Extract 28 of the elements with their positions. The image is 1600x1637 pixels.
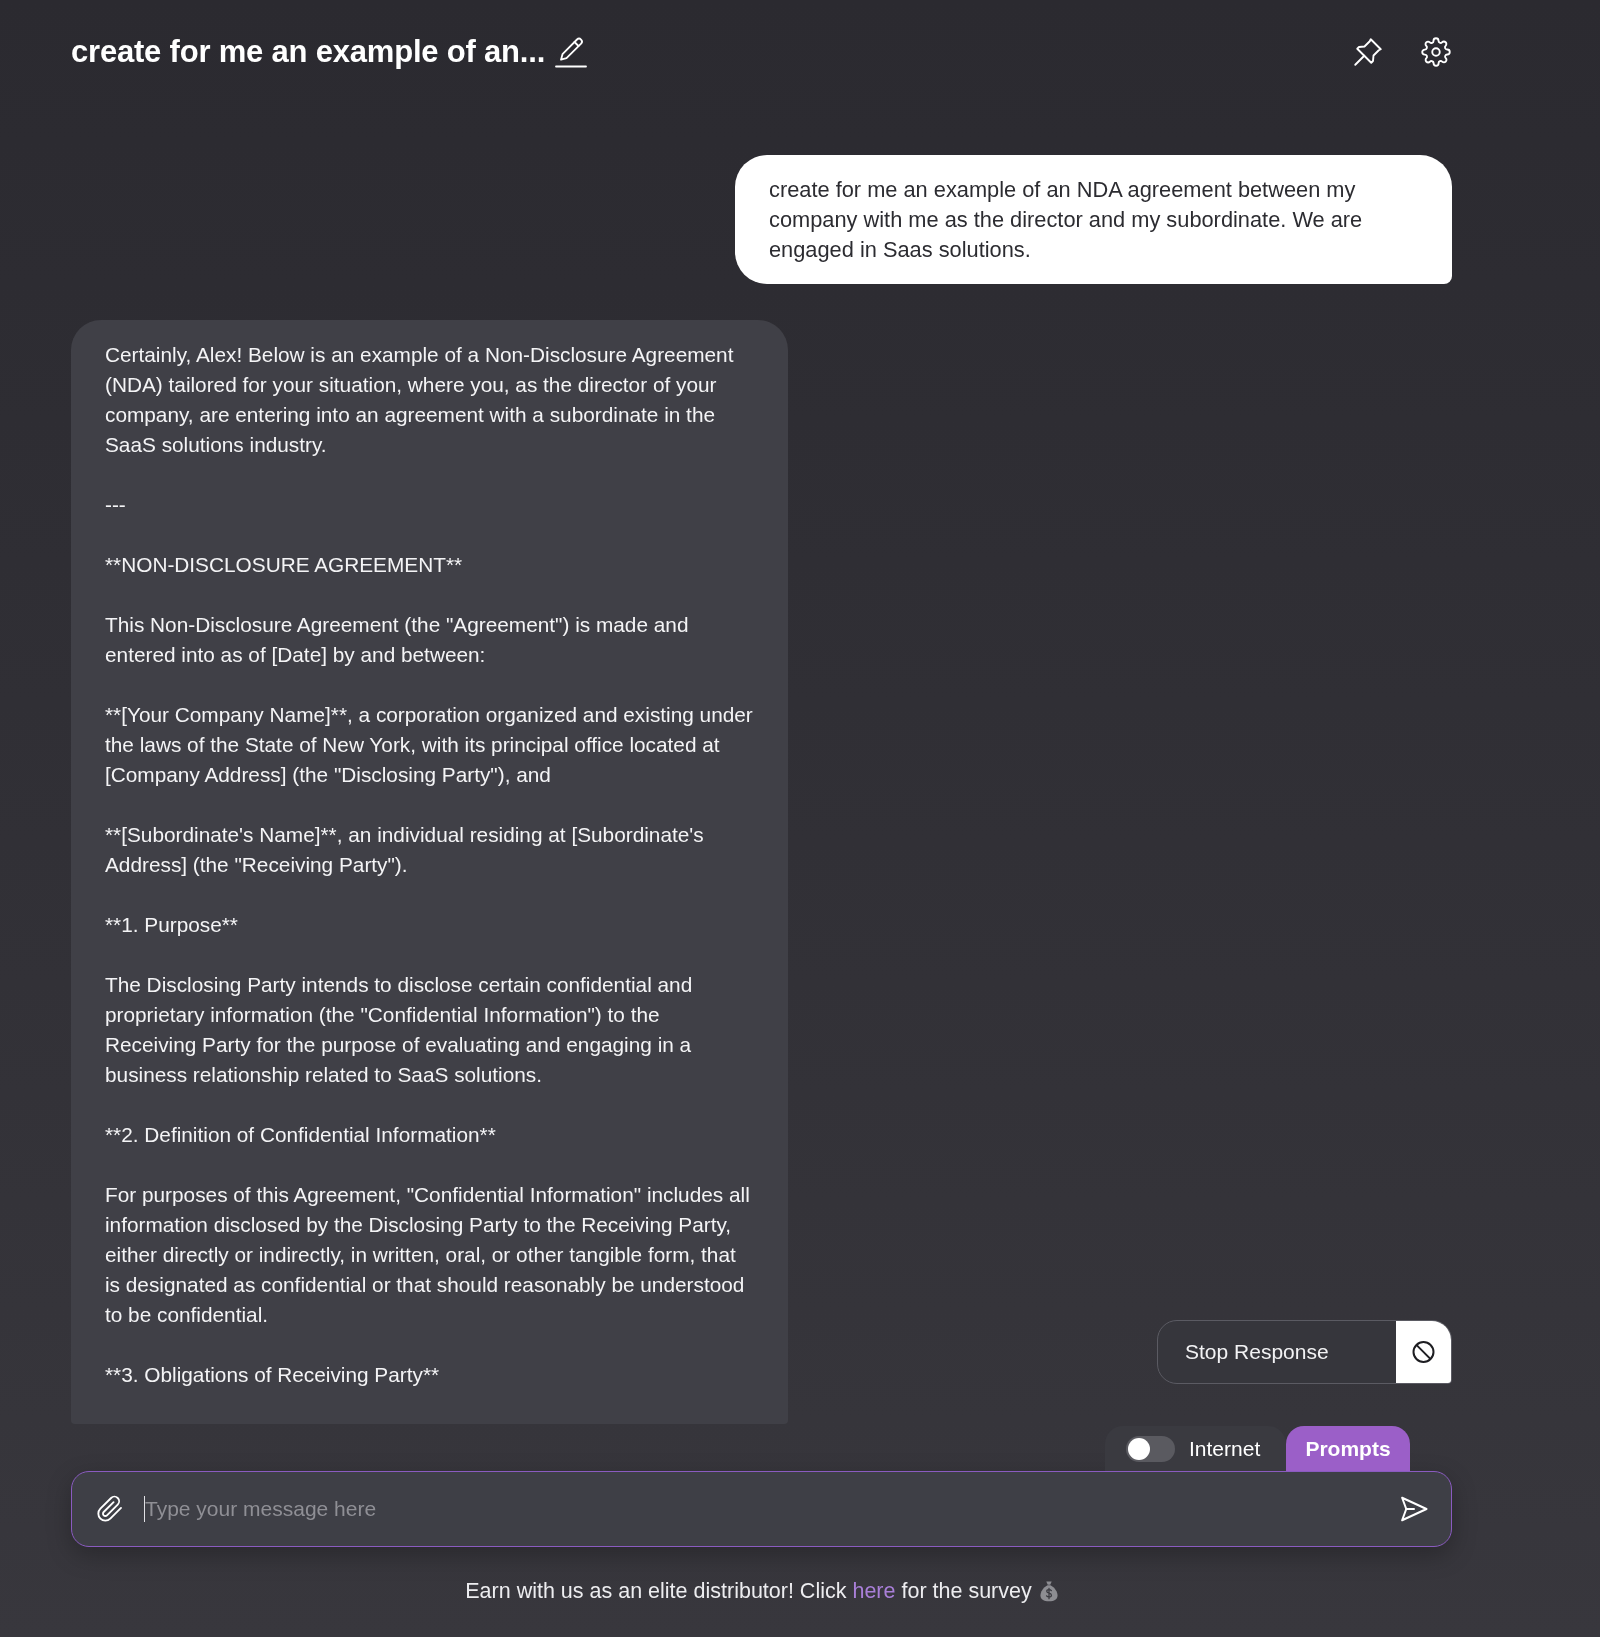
- chat-title: create for me an example of an...: [71, 34, 546, 70]
- paperclip-icon[interactable]: [96, 1495, 124, 1523]
- message-text: This Non-Disclosure Agreement (the "Agreement") is made and entered into as of [Date] by and between:: [105, 612, 690, 668]
- message-text: **3. Obligations of Receiving Party**: [105, 1362, 441, 1388]
- message-text: **2. Definition of Confidential Information**: [105, 1122, 497, 1148]
- toggle-switch[interactable]: [1126, 1435, 1175, 1462]
- message-text: **[Subordinate's Name]**, an individual residing at [Subordinate's Address] (the "Receiving Party").: [105, 822, 705, 878]
- message-input[interactable]: Type your message here: [144, 1489, 1379, 1529]
- message-text: **NON-DISCLOSURE AGREEMENT**: [105, 552, 464, 578]
- message-text: ---: [105, 492, 127, 518]
- message-text: **1. Purpose**: [105, 912, 239, 938]
- message-text: For purposes of this Agreement, "Confidential Information" includes all information disclosed by the Disclosing Party to the Receiving Party, either directly or indirectly, in written, oral, or other tangible form, that is designated as confidential or that should reasonably be understood to be confidential.: [105, 1182, 751, 1328]
- internet-toggle-tab[interactable]: Internet: [1105, 1426, 1286, 1471]
- settings-icon[interactable]: [1421, 37, 1451, 67]
- message-composer[interactable]: Type your message here: [71, 1471, 1452, 1547]
- pencil-icon[interactable]: [555, 36, 588, 68]
- ban-icon: [1396, 1321, 1451, 1383]
- stop-response-button[interactable]: Stop Response: [1157, 1320, 1452, 1384]
- message-text: create for me an example of an NDA agreement between my company with me as the director and my subordinate. We are engaged in Saas solutions.: [769, 176, 1364, 264]
- survey-promo-text: Earn with us as an elite distributor! Click here for the survey: [465, 1578, 1032, 1605]
- money-bag-icon: [1039, 1580, 1058, 1602]
- survey-link[interactable]: here: [852, 1579, 896, 1603]
- send-icon[interactable]: [1399, 1494, 1429, 1524]
- message-text: Certainly, Alex! Below is an example of a Non-Disclosure Agreement (NDA) tailored for your situation, where you, as the director of your company, are entering into an agreement with a subordinate in the SaaS solutions industry.: [105, 342, 735, 458]
- message-text: The Disclosing Party intends to disclose certain confidential and proprietary information (the "Confidential Information") to the Receiving Party for the purpose of evaluating and engaging in a business relationship related to SaaS solutions.: [105, 972, 694, 1088]
- prompts-button[interactable]: Prompts: [1286, 1426, 1410, 1471]
- message-text: **[Your Company Name]**, a corporation organized and existing under the laws of the State of New York, with its principal office located at [Company Address] (the "Disclosing Party"), and: [105, 702, 754, 788]
- pin-icon[interactable]: [1353, 37, 1383, 67]
